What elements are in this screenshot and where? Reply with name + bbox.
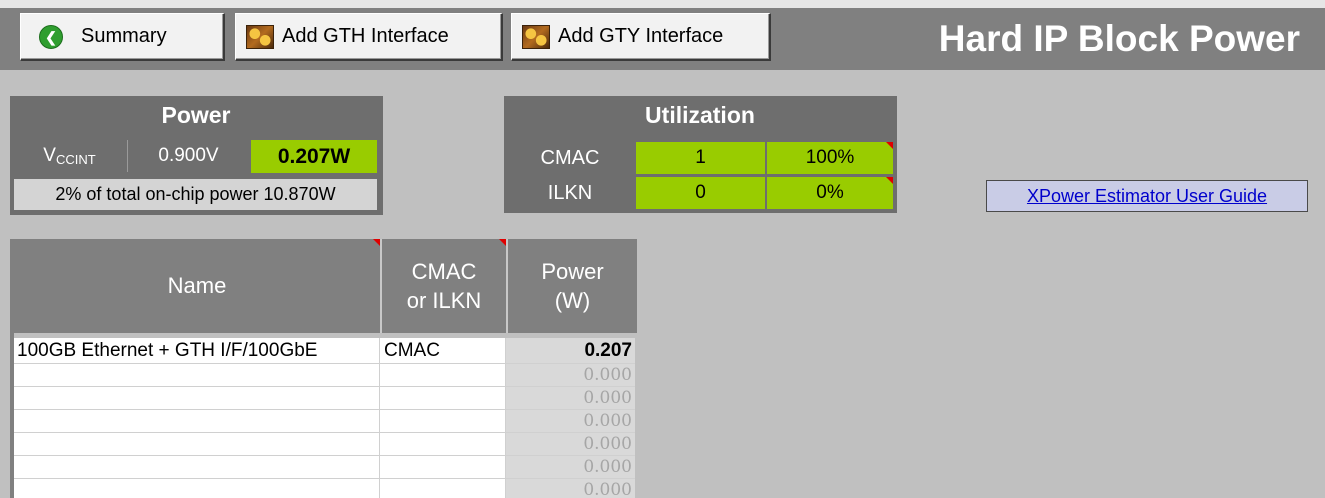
add-gth-label: Add GTH Interface <box>282 25 449 47</box>
row-type-cell[interactable] <box>380 456 506 479</box>
util-label-ilkn: ILKN <box>547 181 593 204</box>
power-watts-value: 0.207W <box>251 140 377 173</box>
row-type-cell[interactable] <box>380 479 506 498</box>
row-type-cell[interactable] <box>380 410 506 433</box>
row-power-cell: 0.000 <box>506 479 635 498</box>
row-type-cell[interactable] <box>380 387 506 410</box>
user-guide-link[interactable]: XPower Estimator User Guide <box>986 180 1308 212</box>
row-name-cell[interactable] <box>14 364 380 387</box>
rail-sub: CCINT <box>55 151 96 167</box>
table-row[interactable]: 0.000 <box>14 456 637 479</box>
table-row[interactable]: 100GB Ethernet + GTH I/F/100GbE CMAC 0.2… <box>14 338 637 364</box>
type-header-line2: or ILKN <box>406 288 482 313</box>
top-strip <box>0 0 1325 8</box>
rail-label: V CCINT <box>12 138 127 174</box>
row-power-cell: 0.000 <box>506 387 635 410</box>
add-gty-interface-button[interactable]: Add GTY Interface <box>511 13 771 61</box>
summary-button-label: Summary <box>81 25 167 47</box>
row-name-cell[interactable] <box>14 433 380 456</box>
row-power-cell: 0.000 <box>506 433 635 456</box>
total-power-note: 2% of total on-chip power 10.870W <box>14 179 377 210</box>
util-percent-cmac: 100% <box>767 142 893 174</box>
row-name-cell[interactable] <box>14 410 380 433</box>
row-power-cell: 0.207 <box>506 338 635 364</box>
column-header-power: Power (W) <box>508 239 637 333</box>
back-arrow-icon: ❮ <box>39 24 63 49</box>
util-percent-ilkn-text: 0% <box>816 182 844 203</box>
name-header-text: Name <box>167 273 227 298</box>
row-power-cell: 0.000 <box>506 410 635 433</box>
voltage-value: 0.900V <box>158 145 219 166</box>
row-type-cell[interactable]: CMAC <box>380 338 506 364</box>
column-header-type: CMAC or ILKN <box>382 239 506 333</box>
add-gty-label: Add GTY Interface <box>558 25 724 47</box>
row-name-cell[interactable] <box>14 456 380 479</box>
page-title: Hard IP Block Power <box>938 18 1300 59</box>
comment-indicator-icon <box>886 142 893 149</box>
type-header-line1: CMAC <box>411 259 477 284</box>
row-power-cell: 0.000 <box>506 364 635 387</box>
row-type-cell[interactable] <box>380 433 506 456</box>
column-header-name: Name <box>14 239 380 333</box>
table-row[interactable]: 0.000 <box>14 479 637 498</box>
power-header-line2: (W) <box>554 288 591 313</box>
util-count-cmac: 1 <box>636 142 765 174</box>
row-name-cell[interactable] <box>14 479 380 498</box>
add-gth-interface-button[interactable]: Add GTH Interface <box>235 13 503 61</box>
row-type-cell[interactable] <box>380 364 506 387</box>
table-row[interactable]: 0.000 <box>14 387 637 410</box>
comment-indicator-icon <box>886 177 893 184</box>
row-name-cell[interactable] <box>14 387 380 410</box>
row-power-cell: 0.000 <box>506 456 635 479</box>
power-header-line1: Power <box>541 259 604 284</box>
comment-indicator-icon <box>499 239 506 246</box>
chip-icon <box>522 24 550 49</box>
summary-button[interactable]: ❮ Summary <box>20 13 225 61</box>
power-header: Power <box>161 102 231 128</box>
table-row[interactable]: 0.000 <box>14 410 637 433</box>
utilization-header: Utilization <box>645 102 755 128</box>
table-row[interactable]: 0.000 <box>14 433 637 456</box>
util-label-cmac: CMAC <box>540 146 600 169</box>
rail-main: V <box>43 145 56 166</box>
row-name-cell[interactable]: 100GB Ethernet + GTH I/F/100GbE <box>14 338 380 364</box>
util-percent-ilkn: 0% <box>767 177 893 209</box>
util-count-ilkn: 0 <box>636 177 765 209</box>
util-percent-cmac-text: 100% <box>805 147 855 168</box>
comment-indicator-icon <box>373 239 380 246</box>
chip-icon <box>246 24 274 49</box>
table-row[interactable]: 0.000 <box>14 364 637 387</box>
